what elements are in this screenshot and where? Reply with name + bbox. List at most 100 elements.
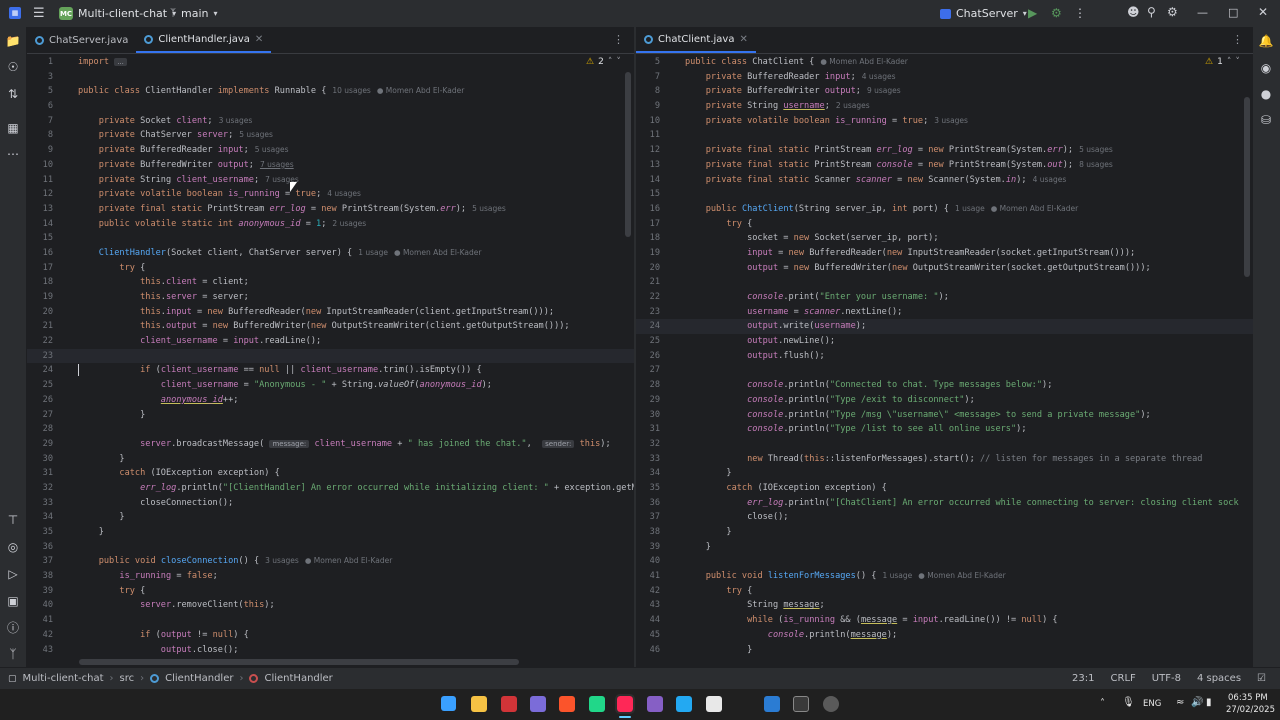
code-line[interactable]: 38 is_running = false; — [27, 569, 634, 584]
code-line[interactable]: 7 private BufferedReader input; 4 usages — [636, 70, 1253, 85]
code-line[interactable]: 21 — [636, 275, 1253, 290]
debug-icon[interactable]: ⚙ — [1051, 6, 1062, 20]
tray-chevron-icon[interactable]: ˄ — [1100, 698, 1105, 709]
code-line[interactable]: 24 output.write(username); — [636, 319, 1253, 335]
visual-studio-icon[interactable] — [647, 696, 663, 712]
vscode-icon[interactable] — [676, 696, 692, 712]
code-line[interactable]: 13 private final static PrintStream cons… — [636, 158, 1253, 173]
code-line[interactable]: 32 — [636, 437, 1253, 452]
code-line[interactable]: 27 — [636, 363, 1253, 378]
search-icon[interactable]: ⚲ — [1147, 5, 1156, 19]
database-icon[interactable]: ⛁ — [1259, 113, 1273, 127]
terminal-tool-icon[interactable]: ▣ — [6, 594, 20, 608]
more-tools-icon[interactable]: ⋯ — [6, 147, 20, 161]
code-line[interactable]: 25 client_username = "Anonymous - " + St… — [27, 378, 634, 393]
code-line[interactable]: 20 output = new BufferedWriter(new Outpu… — [636, 261, 1253, 276]
run-icon[interactable]: ▶ — [1028, 6, 1037, 20]
lock-icon[interactable]: ☑ — [1257, 673, 1266, 684]
code-line[interactable]: 24 if (client_username == null || client… — [27, 363, 634, 378]
services-tool-icon[interactable]: ◎ — [6, 540, 20, 554]
code-line[interactable]: 44 while (is_running && (message = input… — [636, 613, 1253, 628]
breadcrumb-item[interactable]: Multi-client-chat — [23, 673, 104, 684]
code-line[interactable]: 11 — [636, 128, 1253, 143]
code-line[interactable]: 9 private BufferedReader input; 5 usages — [27, 143, 634, 158]
code-line[interactable]: 43 output.close(); — [27, 643, 634, 656]
line-separator[interactable]: CRLF — [1111, 673, 1136, 684]
code-line[interactable]: 23 — [27, 348, 634, 364]
project-tool-icon[interactable]: 📁 — [6, 34, 21, 48]
wifi-icon[interactable]: ≈ — [1176, 697, 1184, 708]
code-line[interactable]: 17 try { — [27, 261, 634, 276]
code-line[interactable]: 25 output.newLine(); — [636, 334, 1253, 349]
code-line[interactable]: 26 output.flush(); — [636, 349, 1253, 364]
file-explorer-icon[interactable] — [471, 696, 487, 712]
code-line[interactable]: 11 private String client_username; 7 usag… — [27, 173, 634, 188]
code-line[interactable]: 6 — [27, 99, 634, 114]
code-line[interactable]: 41 public void listenForMessages() {1 us… — [636, 569, 1253, 584]
code-line[interactable]: 45 console.println(message); — [636, 628, 1253, 643]
code-line[interactable]: 10 private volatile boolean is_running =… — [636, 114, 1253, 129]
code-line[interactable]: 42 try { — [636, 584, 1253, 599]
code-line[interactable]: 36 err_log.println("[ChatClient] An erro… — [636, 496, 1253, 511]
code-line[interactable]: 12 private volatile boolean is_running =… — [27, 187, 634, 202]
git-tool-icon[interactable]: ᛉ — [6, 647, 20, 661]
code-line[interactable]: 39 } — [636, 540, 1253, 555]
pull-requests-icon[interactable]: ⇅ — [6, 87, 20, 101]
code-line[interactable]: 34 } — [27, 510, 634, 525]
code-line[interactable]: 14 private final static Scanner scanner … — [636, 173, 1253, 188]
build-tool-icon[interactable]: ⊤ — [6, 513, 20, 527]
code-line[interactable]: 20 this.input = new BufferedReader(new I… — [27, 305, 634, 320]
code-line[interactable]: 23 username = scanner.nextLine(); — [636, 305, 1253, 320]
code-line[interactable]: 30 } — [27, 452, 634, 467]
code-line[interactable]: 39 try { — [27, 584, 634, 599]
add-user-icon[interactable]: ☻ — [1127, 5, 1140, 19]
clock-date[interactable]: 27/02/2025 — [1226, 705, 1275, 715]
code-line[interactable]: 12 private final static PrintStream err_… — [636, 143, 1253, 158]
code-line[interactable]: 26 anonymous_id++; — [27, 393, 634, 408]
code-line[interactable]: 15 — [636, 187, 1253, 202]
code-line[interactable]: 38 } — [636, 525, 1253, 540]
code-line[interactable]: 1 import ... — [27, 55, 634, 70]
code-line[interactable]: 42 if (output != null) { — [27, 628, 634, 643]
tab-options-icon[interactable]: ⋮ — [1232, 33, 1243, 46]
windows-start-icon[interactable] — [441, 696, 456, 711]
breadcrumb-item[interactable]: ClientHandler — [264, 673, 332, 684]
code-line[interactable]: 22 console.print("Enter your username: "… — [636, 290, 1253, 305]
app-icon[interactable] — [823, 696, 839, 712]
code-line[interactable]: 35 catch (IOException exception) { — [636, 481, 1253, 496]
code-line[interactable]: 43 String message; — [636, 598, 1253, 613]
code-line[interactable]: 13 private final static PrintStream err_… — [27, 202, 634, 217]
close-tab-icon[interactable]: ✕ — [255, 34, 263, 45]
code-line[interactable]: 8 private BufferedWriter output; 9 usages — [636, 84, 1253, 99]
code-line[interactable]: 35 } — [27, 525, 634, 540]
commit-tool-icon[interactable]: ☉ — [6, 60, 20, 74]
close-tab-icon[interactable]: ✕ — [739, 34, 747, 45]
code-line[interactable]: 16 ClientHandler(Socket client, ChatServ… — [27, 246, 634, 261]
gradle-icon[interactable]: ● — [1259, 87, 1273, 101]
code-line[interactable]: 40 server.removeClient(this); — [27, 598, 634, 613]
volume-icon[interactable]: 🔊 — [1191, 697, 1203, 708]
code-line[interactable]: 28 console.println("Connected to chat. T… — [636, 378, 1253, 393]
brave-browser-icon[interactable] — [559, 696, 575, 712]
code-line[interactable]: 37 public void closeConnection() {3 usag… — [27, 554, 634, 569]
project-selector[interactable]: MC Multi-client-chat ▾ — [59, 7, 176, 20]
vertical-scrollbar[interactable] — [1244, 97, 1250, 277]
breadcrumb-item[interactable]: src — [120, 673, 135, 684]
code-line[interactable]: 34 } — [636, 466, 1253, 481]
code-line[interactable]: 46 } — [636, 643, 1253, 656]
main-menu-icon[interactable]: ☰ — [33, 6, 45, 21]
code-line[interactable]: 21 this.output = new BufferedWriter(new … — [27, 319, 634, 334]
close-window-icon[interactable]: ✕ — [1258, 5, 1268, 19]
tab-chatclient[interactable]: ChatClient.java ✕ — [636, 27, 756, 53]
tab-options-icon[interactable]: ⋮ — [613, 33, 624, 46]
code-line[interactable]: 31 catch (IOException exception) { — [27, 466, 634, 481]
code-line[interactable]: 14 public volatile static int anonymous_… — [27, 217, 634, 232]
code-line[interactable]: 15 — [27, 231, 634, 246]
terminal-icon[interactable] — [793, 696, 809, 712]
code-line[interactable]: 29 server.broadcastMessage( message: cli… — [27, 437, 634, 452]
structure-tool-icon[interactable]: ▦ — [6, 121, 20, 135]
notifications-icon[interactable]: 🔔 — [1259, 34, 1274, 48]
code-line[interactable]: 5 public class ChatClient {● Momen Abd El… — [636, 55, 1253, 70]
app-icon[interactable] — [501, 696, 517, 712]
code-editor-right[interactable]: 5 public class ChatClient {● Momen Abd El… — [636, 55, 1253, 655]
